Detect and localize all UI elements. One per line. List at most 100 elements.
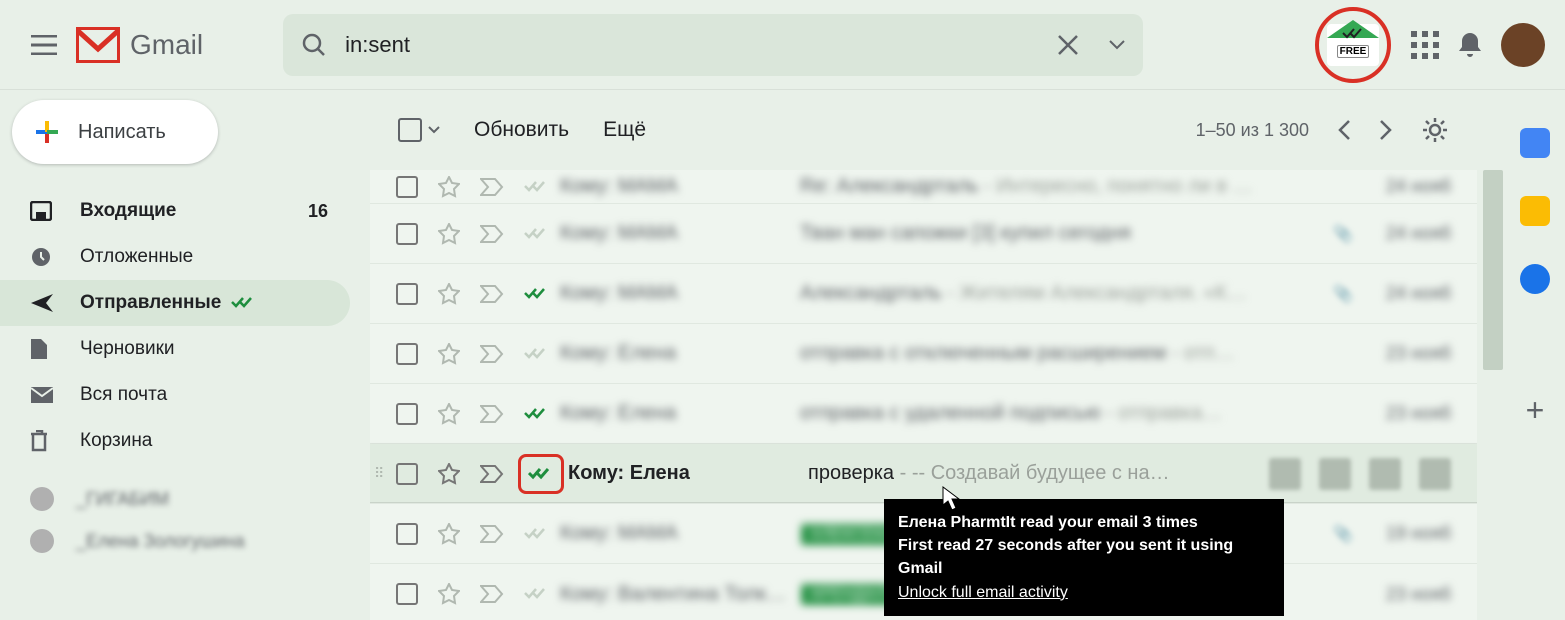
email-row[interactable]: Кому: МАМА Тван ман сапожки [3] купил се… bbox=[370, 204, 1477, 264]
chat-contact[interactable]: _ГИГАБИМ bbox=[0, 478, 350, 520]
compose-label: Написать bbox=[78, 121, 166, 144]
track-status-icon bbox=[524, 227, 556, 241]
nav-sent[interactable]: Отправленные bbox=[0, 280, 350, 326]
star-icon[interactable] bbox=[438, 343, 460, 365]
row-checkbox[interactable] bbox=[396, 463, 418, 485]
star-icon[interactable] bbox=[438, 403, 460, 425]
row-sender: Кому: МАМА bbox=[560, 222, 800, 245]
email-row[interactable]: Кому: МАМА Александрталь - Жителям Алекс… bbox=[370, 264, 1477, 324]
trash-icon bbox=[30, 430, 56, 452]
calendar-addon-icon[interactable] bbox=[1520, 128, 1550, 158]
row-checkbox[interactable] bbox=[396, 523, 418, 545]
track-status-icon bbox=[524, 287, 556, 301]
track-status-icon bbox=[524, 347, 556, 361]
select-dropdown-icon[interactable] bbox=[428, 126, 440, 134]
row-date: 24 нояб bbox=[1361, 283, 1451, 304]
sent-icon bbox=[30, 293, 56, 313]
hamburger-icon bbox=[31, 35, 57, 55]
importance-icon[interactable] bbox=[480, 285, 504, 303]
header-actions: FREE bbox=[1313, 5, 1545, 85]
pager-prev-icon[interactable] bbox=[1337, 119, 1351, 141]
row-sender: Кому: Елена bbox=[560, 342, 800, 365]
row-sender: Кому: МАМА bbox=[560, 522, 800, 545]
notifications-icon[interactable] bbox=[1457, 30, 1483, 60]
nav-snoozed[interactable]: Отложенные bbox=[0, 234, 350, 280]
nav-allmail[interactable]: Вся почта bbox=[0, 372, 350, 418]
row-sender: Кому: Валентина Толк… bbox=[560, 583, 800, 606]
tooltip-unlock-link[interactable]: Unlock full email activity bbox=[898, 584, 1068, 601]
compose-button[interactable]: Написать bbox=[12, 100, 218, 164]
tooltip-line2: First read 27 seconds after you sent it … bbox=[898, 534, 1270, 580]
brand[interactable]: Gmail bbox=[76, 27, 203, 63]
select-all-checkbox[interactable] bbox=[398, 118, 422, 142]
chat-label: _ГИГАБИМ bbox=[76, 489, 169, 510]
track-status-icon bbox=[524, 180, 556, 194]
nav-label: Отложенные bbox=[80, 246, 193, 268]
importance-icon[interactable] bbox=[480, 585, 504, 603]
chat-contact[interactable]: _Елена Зологушина bbox=[0, 520, 350, 562]
star-icon[interactable] bbox=[438, 523, 460, 545]
search-options-dropdown-icon[interactable] bbox=[1109, 40, 1125, 50]
gmail-logo-icon bbox=[76, 27, 120, 63]
nav-drafts[interactable]: Черновики bbox=[0, 326, 350, 372]
search-icon bbox=[301, 32, 327, 58]
snooze-icon[interactable] bbox=[1419, 458, 1451, 490]
row-subject: Re: Александрталь - Интересно, понятно л… bbox=[800, 175, 1361, 198]
star-icon[interactable] bbox=[438, 223, 460, 245]
settings-gear-icon[interactable] bbox=[1421, 116, 1449, 144]
account-avatar[interactable] bbox=[1501, 23, 1545, 67]
avatar-icon bbox=[30, 529, 54, 553]
row-sender: Кому: Елена bbox=[560, 402, 800, 425]
search-bar[interactable] bbox=[283, 14, 1143, 76]
delete-icon[interactable] bbox=[1319, 458, 1351, 490]
importance-icon[interactable] bbox=[480, 225, 504, 243]
nav-inbox[interactable]: Входящие 16 bbox=[0, 188, 350, 234]
tooltip-line1: Елена PharmtIt read your email 3 times bbox=[898, 511, 1270, 534]
email-row[interactable]: Кому: МАМА Re: Александрталь - Интересно… bbox=[370, 170, 1477, 204]
keep-addon-icon[interactable] bbox=[1520, 196, 1550, 226]
nav-trash[interactable]: Корзина bbox=[0, 418, 350, 464]
star-icon[interactable] bbox=[438, 283, 460, 305]
row-checkbox[interactable] bbox=[396, 343, 418, 365]
main-menu-button[interactable] bbox=[20, 21, 68, 69]
importance-icon[interactable] bbox=[480, 525, 504, 543]
more-button[interactable]: Ещё bbox=[603, 118, 646, 142]
row-checkbox[interactable] bbox=[396, 223, 418, 245]
star-icon[interactable] bbox=[438, 463, 460, 485]
get-addons-icon[interactable]: + bbox=[1526, 392, 1545, 429]
email-row[interactable]: Кому: Елена отправка с удаленной подпись… bbox=[370, 384, 1477, 444]
apps-grid-icon[interactable] bbox=[1411, 31, 1439, 59]
mailtrack-extension-badge[interactable]: FREE bbox=[1313, 5, 1393, 85]
importance-icon[interactable] bbox=[480, 178, 504, 196]
archive-icon[interactable] bbox=[1269, 458, 1301, 490]
row-checkbox[interactable] bbox=[396, 176, 418, 198]
nav-label: Отправленные bbox=[80, 292, 221, 314]
vertical-scrollbar[interactable] bbox=[1483, 170, 1503, 370]
mark-read-icon[interactable] bbox=[1369, 458, 1401, 490]
row-checkbox[interactable] bbox=[396, 583, 418, 605]
drag-handle-icon[interactable]: ⠿ bbox=[374, 465, 382, 482]
row-date: 23 нояб bbox=[1361, 403, 1451, 424]
star-icon[interactable] bbox=[438, 176, 460, 198]
row-checkbox[interactable] bbox=[396, 283, 418, 305]
email-row[interactable]: Кому: Елена отправка с отключенным расши… bbox=[370, 324, 1477, 384]
search-input[interactable] bbox=[345, 32, 1057, 58]
row-sender: Кому: Елена bbox=[568, 462, 808, 485]
email-row-hovered[interactable]: ⠿ Кому: Елена проверка - -- Создавай буд… bbox=[370, 444, 1477, 504]
row-date: 24 нояб bbox=[1361, 223, 1451, 244]
importance-icon[interactable] bbox=[480, 405, 504, 423]
track-status-icon bbox=[524, 587, 556, 601]
nav-label: Вся почта bbox=[80, 384, 167, 406]
pager-next-icon[interactable] bbox=[1379, 119, 1393, 141]
mailtrack-tooltip: Елена PharmtIt read your email 3 times F… bbox=[884, 499, 1284, 616]
refresh-button[interactable]: Обновить bbox=[474, 118, 569, 142]
clear-search-icon[interactable] bbox=[1057, 34, 1079, 56]
importance-icon[interactable] bbox=[480, 345, 504, 363]
track-status-icon-highlighted[interactable] bbox=[518, 454, 564, 494]
importance-icon[interactable] bbox=[480, 465, 504, 483]
attachment-icon: 📎 bbox=[1333, 524, 1361, 544]
row-checkbox[interactable] bbox=[396, 403, 418, 425]
star-icon[interactable] bbox=[438, 583, 460, 605]
tasks-addon-icon[interactable] bbox=[1520, 264, 1550, 294]
row-date: 23 нояб bbox=[1361, 343, 1451, 364]
